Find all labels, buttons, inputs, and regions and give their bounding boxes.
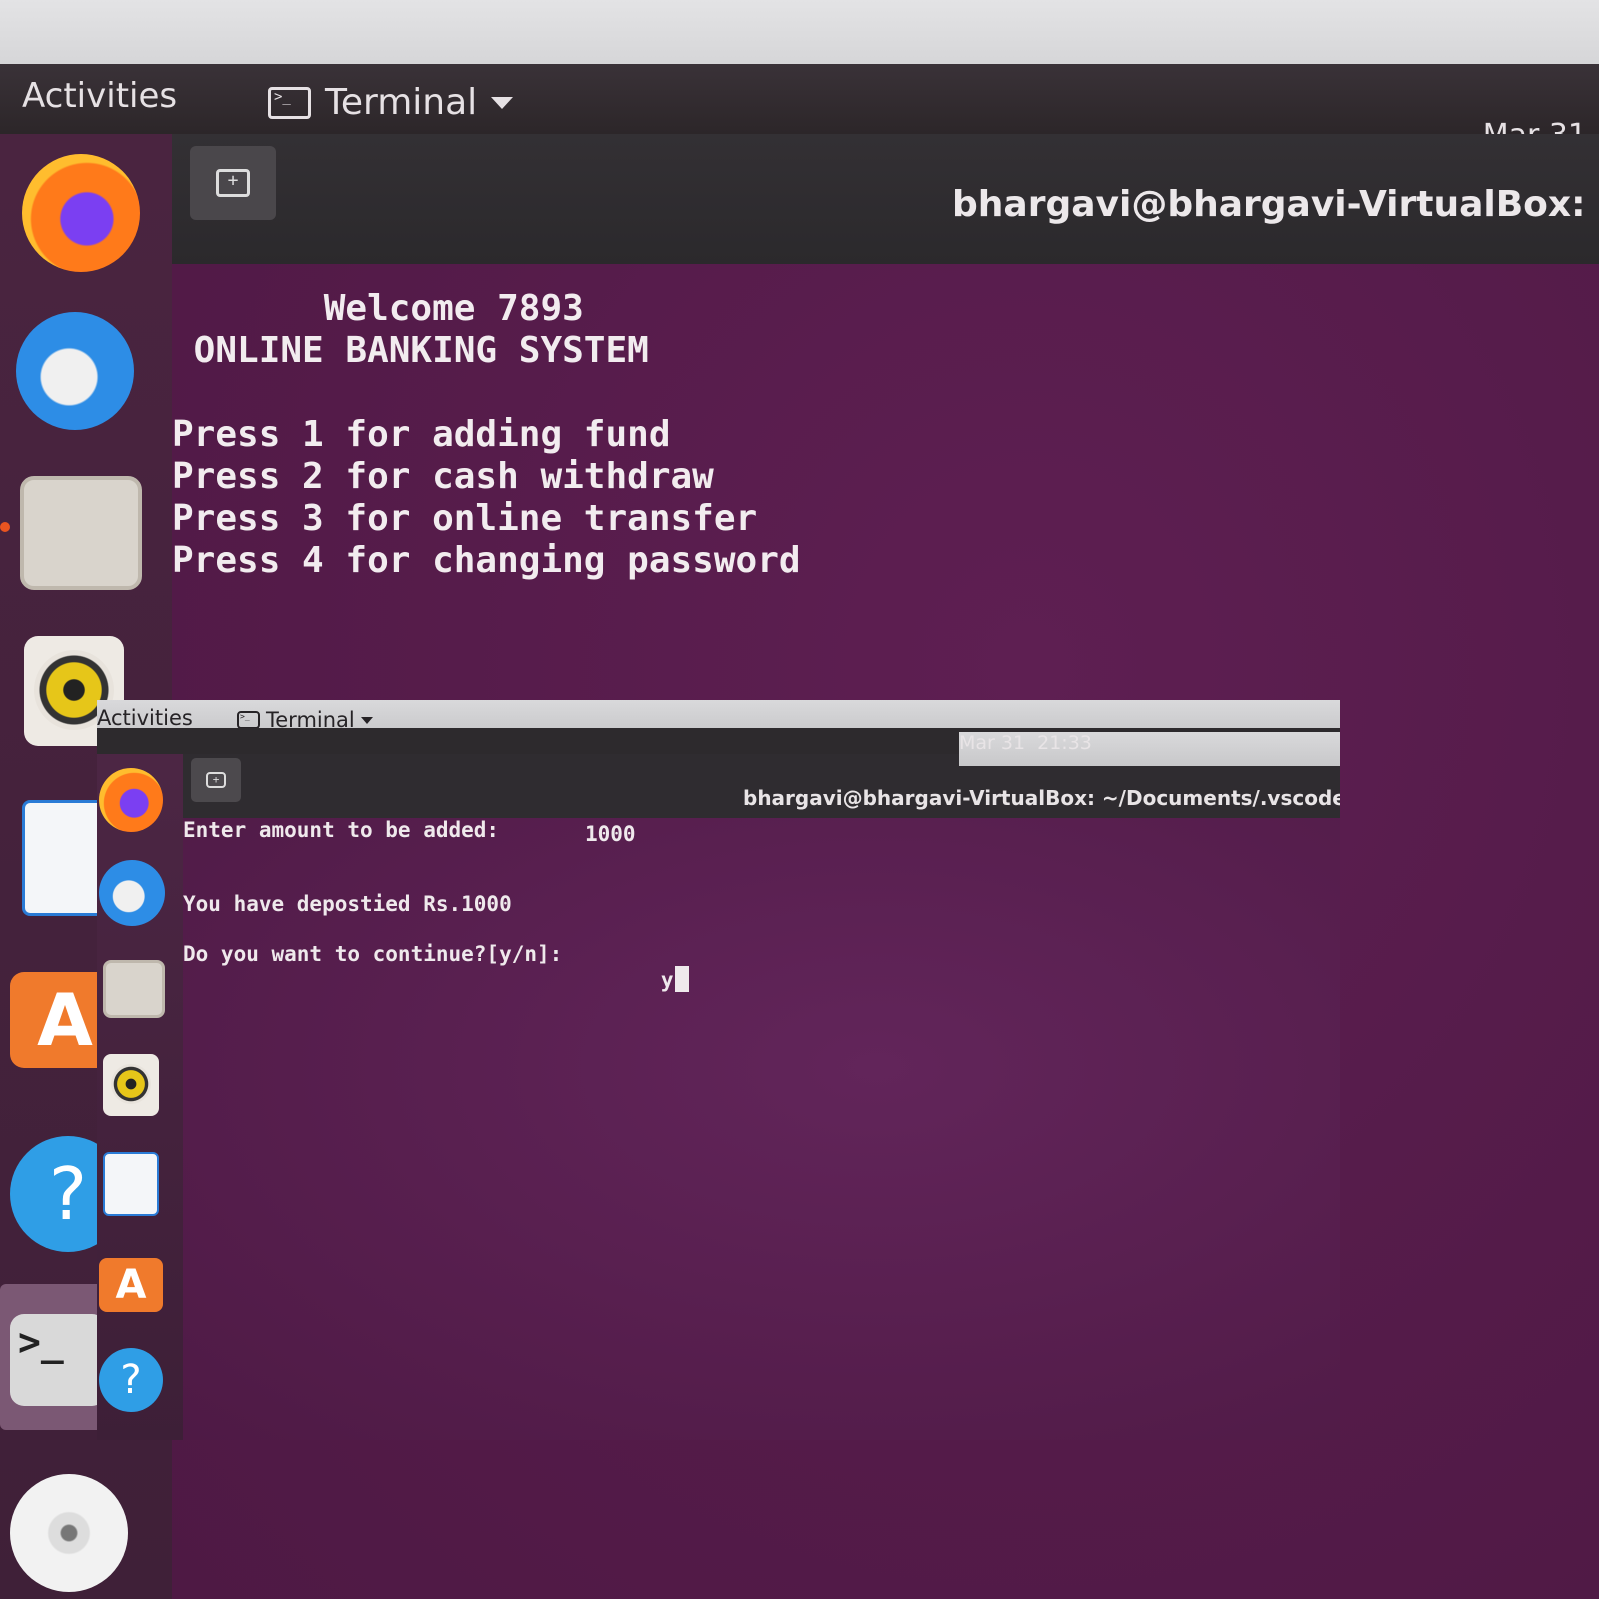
software-icon: A bbox=[115, 1262, 147, 1308]
continue-prompt: Do you want to continue?[y/n]: bbox=[183, 942, 563, 966]
new-tab-button[interactable]: + bbox=[191, 758, 241, 802]
system-title-line: ONLINE BANKING SYSTEM bbox=[172, 330, 649, 371]
dock-app-rhythmbox[interactable] bbox=[103, 1054, 159, 1116]
amount-value: 1000 bbox=[585, 822, 636, 846]
rhythmbox-icon bbox=[111, 1064, 151, 1104]
clock-date: Mar 31 bbox=[959, 732, 1026, 754]
dock-app-help[interactable]: ? bbox=[99, 1348, 163, 1412]
dock-app-writer[interactable] bbox=[103, 1152, 159, 1216]
active-indicator bbox=[0, 522, 10, 532]
dock-app-thunderbird[interactable] bbox=[16, 312, 134, 430]
menu-option-4: Press 4 for changing password bbox=[172, 540, 801, 581]
clock-time: 21:33 bbox=[1037, 732, 1092, 754]
chevron-down-icon bbox=[491, 96, 514, 109]
window-title: bhargavi@bhargavi-VirtualBox: ~/Docum bbox=[952, 184, 1599, 225]
app-menu-label: Terminal bbox=[325, 82, 478, 123]
activities-button[interactable]: Activities bbox=[22, 76, 177, 116]
menu-option-3: Press 3 for online transfer bbox=[172, 498, 758, 539]
window-title: bhargavi@bhargavi-VirtualBox: ~/Document… bbox=[743, 786, 1340, 810]
monitor-bezel bbox=[0, 0, 1599, 64]
activities-button[interactable]: Activities bbox=[97, 706, 193, 730]
dock-app-files[interactable] bbox=[20, 476, 142, 590]
new-tab-icon: + bbox=[206, 772, 226, 788]
software-icon: A bbox=[37, 978, 93, 1062]
terminal-headerbar: + bhargavi@bhargavi-VirtualBox: ~/Docum bbox=[172, 134, 1599, 264]
terminal-icon: >_ bbox=[18, 1320, 64, 1364]
dock-app-firefox[interactable] bbox=[22, 154, 140, 272]
amount-prompt: Enter amount to be added: bbox=[183, 818, 500, 842]
terminal-text: Welcome 7893 ONLINE BANKING SYSTEM Press… bbox=[172, 288, 801, 582]
text-cursor bbox=[674, 966, 689, 992]
chevron-down-icon bbox=[360, 716, 373, 724]
dock-app-disc[interactable] bbox=[10, 1474, 128, 1592]
terminal-icon: >_ bbox=[237, 711, 260, 729]
terminal-icon: >_ bbox=[268, 86, 311, 119]
dock-app-files[interactable] bbox=[103, 960, 165, 1018]
help-icon: ? bbox=[48, 1152, 88, 1236]
help-icon: ? bbox=[120, 1357, 142, 1403]
continue-value: y bbox=[660, 968, 674, 992]
dock-app-software[interactable]: A bbox=[99, 1258, 163, 1312]
dock-app-thunderbird[interactable] bbox=[99, 860, 165, 926]
new-tab-icon: + bbox=[216, 169, 250, 197]
overlay-terminal-output[interactable]: Enter amount to be added: 1000 You have … bbox=[183, 818, 1340, 1440]
menu-option-1: Press 1 for adding fund bbox=[172, 414, 671, 455]
menu-option-2: Press 2 for cash withdraw bbox=[172, 456, 714, 497]
dock-app-terminal[interactable]: >_ bbox=[10, 1314, 106, 1406]
top-bar: Activities >_ Terminal Mar 31 bbox=[0, 64, 1599, 153]
new-tab-button[interactable]: + bbox=[190, 146, 276, 220]
continue-input[interactable]: y bbox=[585, 942, 689, 1016]
overlay-screenshot: Activities >_ Terminal Mar 31 21:33 A ? … bbox=[97, 700, 1340, 1440]
overlay-dock: A ? bbox=[97, 754, 183, 1440]
deposit-message: You have depostied Rs.1000 bbox=[183, 892, 512, 916]
app-menu[interactable]: >_ Terminal bbox=[268, 82, 514, 123]
clock[interactable]: Mar 31 21:33 bbox=[959, 732, 1340, 766]
welcome-line: Welcome 7893 bbox=[172, 288, 584, 329]
dock-app-firefox[interactable] bbox=[99, 768, 163, 832]
